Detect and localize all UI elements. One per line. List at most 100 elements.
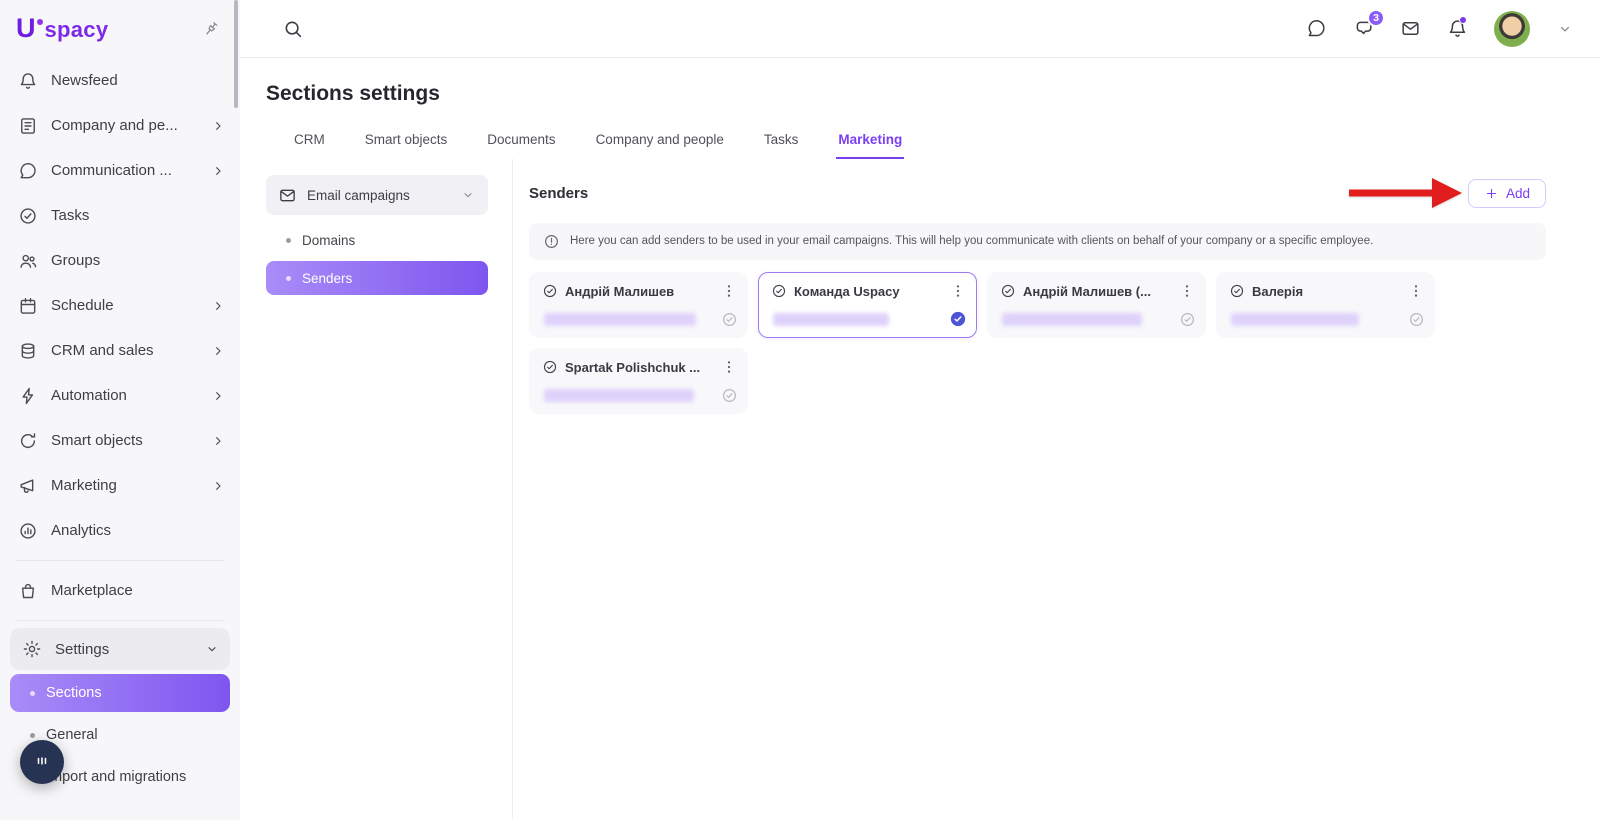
senders-title: Senders	[529, 185, 588, 202]
kebab-icon	[720, 358, 738, 376]
tab-smart-objects[interactable]: Smart objects	[363, 132, 450, 159]
sidebar-subitem-sections[interactable]: Sections	[10, 674, 230, 712]
sender-status-toggle[interactable]	[721, 387, 738, 404]
sidebar-item-smart-objects[interactable]: Smart objects	[0, 418, 240, 463]
blurred-email	[773, 313, 889, 326]
info-banner: Here you can add senders to be used in y…	[529, 223, 1546, 260]
card-menu-button[interactable]	[720, 282, 738, 300]
intercom-launcher[interactable]	[20, 740, 64, 784]
search-icon	[282, 18, 304, 40]
tasks-icon	[18, 206, 38, 226]
sender-status-toggle[interactable]	[949, 310, 967, 328]
marketplace-icon	[18, 581, 38, 601]
notifications-button[interactable]	[1447, 18, 1468, 39]
sender-card[interactable]: Spartak Polishchuk ...	[529, 348, 748, 414]
sidebar-item-company-and-pe[interactable]: Company and pe...	[0, 103, 240, 148]
sender-card[interactable]: Андрій Малишев	[529, 272, 748, 338]
sidebar-item-crm-and-sales[interactable]: CRM and sales	[0, 328, 240, 373]
chat-badge: 3	[1367, 9, 1385, 27]
settings-tabs: CRM Smart objects Documents Company and peo…	[292, 132, 1600, 159]
add-sender-button[interactable]: Add	[1468, 179, 1546, 208]
chevron-right-icon	[210, 478, 226, 494]
bullet-dot	[286, 276, 291, 281]
chevron-right-icon	[210, 298, 226, 314]
card-menu-button[interactable]	[1178, 282, 1196, 300]
card-menu-button[interactable]	[1407, 282, 1425, 300]
bullet-dot	[30, 733, 35, 738]
communication-icon	[18, 161, 38, 181]
chevron-right-icon	[210, 163, 226, 179]
check-circle-icon	[721, 311, 738, 328]
chevron-right-icon	[210, 433, 226, 449]
subnav-item-domains[interactable]: Domains	[266, 223, 488, 257]
email-campaigns-select[interactable]: Email campaigns	[266, 175, 488, 215]
info-banner-text: Here you can add senders to be used in y…	[570, 234, 1373, 249]
sidebar-nav: NewsfeedCompany and pe...Communication .…	[0, 58, 240, 553]
sidebar-item-analytics[interactable]: Analytics	[0, 508, 240, 553]
tab-crm[interactable]: CRM	[292, 132, 327, 159]
check-circle-icon	[771, 283, 787, 299]
scrollbar-thumb[interactable]	[234, 0, 238, 108]
sender-card[interactable]: Команда Uspacy	[758, 272, 977, 338]
tab-company-and-people[interactable]: Company and people	[594, 132, 726, 159]
sidebar-item-groups[interactable]: Groups	[0, 238, 240, 283]
brand-logo[interactable]: Uspacy	[16, 15, 108, 43]
tab-tasks[interactable]: Tasks	[762, 132, 801, 159]
check-filled-icon	[949, 310, 967, 328]
check-circle-icon	[1408, 311, 1425, 328]
topbar-actions: 3	[1306, 11, 1574, 47]
card-menu-button[interactable]	[949, 282, 967, 300]
plus-icon	[1484, 186, 1499, 201]
info-icon	[543, 233, 560, 250]
subnav-items: Domains Senders	[266, 223, 488, 295]
check-circle-icon	[542, 359, 558, 375]
check-circle-icon	[542, 283, 558, 299]
sender-status-toggle[interactable]	[1179, 311, 1196, 328]
chevron-right-icon	[210, 118, 226, 134]
sidebar-header: Uspacy	[0, 0, 240, 58]
blurred-email	[544, 389, 694, 402]
sidebar-item-marketplace[interactable]: Marketplace	[0, 568, 240, 613]
bullet-dot	[286, 238, 291, 243]
sidebar-item-newsfeed[interactable]: Newsfeed	[0, 58, 240, 103]
app-root: Uspacy NewsfeedCompany and pe...Communic…	[0, 0, 1600, 820]
mail-button[interactable]	[1400, 18, 1421, 39]
mail-icon	[278, 186, 297, 205]
sidebar-item-tasks[interactable]: Tasks	[0, 193, 240, 238]
blurred-email	[1231, 313, 1359, 326]
sidebar-item-communication[interactable]: Communication ...	[0, 148, 240, 193]
sidebar-item-automation[interactable]: Automation	[0, 373, 240, 418]
blurred-email	[544, 313, 696, 326]
subnav-item-senders[interactable]: Senders	[266, 261, 488, 295]
main-content: Sections settings CRM Smart objects Docume…	[240, 58, 1600, 820]
topbar: 3	[240, 0, 1600, 58]
chats-button[interactable]: 3	[1353, 18, 1374, 39]
sender-status-toggle[interactable]	[1408, 311, 1425, 328]
chevron-right-icon	[210, 343, 226, 359]
add-button-label: Add	[1506, 186, 1530, 201]
sidebar-item-settings[interactable]: Settings	[10, 628, 230, 670]
sender-card[interactable]: Андрій Малишев (...	[987, 272, 1206, 338]
chevron-down-icon	[460, 187, 476, 203]
senders-panel: Senders Add Here you can add senders to …	[512, 159, 1600, 819]
pin-icon	[198, 16, 223, 41]
kebab-icon	[1178, 282, 1196, 300]
sender-card[interactable]: Валерія	[1216, 272, 1435, 338]
avatar[interactable]	[1494, 11, 1530, 47]
content-row: Email campaigns Domains Senders Senders A…	[240, 159, 1600, 819]
sender-status-toggle[interactable]	[721, 311, 738, 328]
sidebar-item-marketing[interactable]: Marketing	[0, 463, 240, 508]
page-title: Sections settings	[240, 58, 1600, 106]
card-menu-button[interactable]	[720, 358, 738, 376]
tab-documents[interactable]: Documents	[485, 132, 557, 159]
sidebar-item-schedule[interactable]: Schedule	[0, 283, 240, 328]
pin-sidebar-button[interactable]	[202, 20, 220, 38]
profile-menu-chevron[interactable]	[1556, 20, 1574, 38]
intercom-icon	[31, 751, 53, 773]
search-button[interactable]	[282, 18, 304, 40]
check-circle-icon	[1179, 311, 1196, 328]
settings-icon	[22, 639, 42, 659]
tab-marketing[interactable]: Marketing	[836, 132, 904, 159]
comments-button[interactable]	[1306, 18, 1327, 39]
marketing-icon	[18, 476, 38, 496]
